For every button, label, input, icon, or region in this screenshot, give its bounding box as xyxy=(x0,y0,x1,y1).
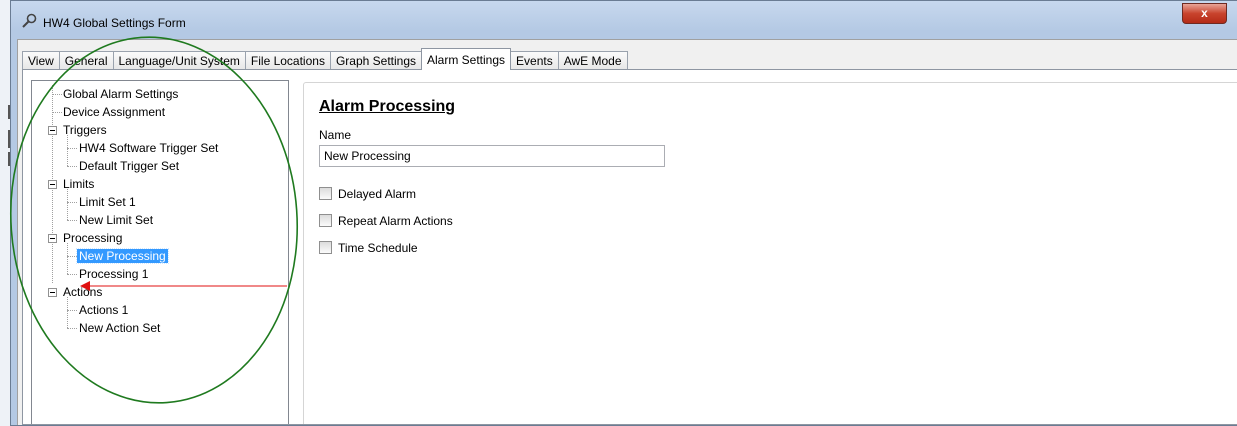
repeat-alarm-actions-checkbox[interactable]: Repeat Alarm Actions xyxy=(319,210,453,230)
tab-alarm-settings[interactable]: Alarm Settings xyxy=(421,48,512,70)
alarm-tree-view[interactable]: Global Alarm Settings Device Assignment … xyxy=(31,80,289,424)
tree-connector xyxy=(67,166,77,167)
checkbox-box[interactable] xyxy=(319,214,332,228)
close-button[interactable]: x xyxy=(1182,3,1227,24)
tree-item-new-processing[interactable]: New Processing xyxy=(76,247,169,265)
tab-bar: View General Language/Unit System File L… xyxy=(22,48,628,70)
tree-item-limits[interactable]: Limits xyxy=(61,175,96,193)
tab-events[interactable]: Events xyxy=(510,51,559,70)
collapse-limits-icon[interactable] xyxy=(48,180,57,189)
tree-connector xyxy=(67,310,77,311)
tree-item-new-limit-set[interactable]: New Limit Set xyxy=(77,211,155,229)
tree-item-label: Default Trigger Set xyxy=(79,159,180,173)
checkbox-box[interactable] xyxy=(319,187,332,201)
tree-connector xyxy=(67,243,68,274)
time-schedule-checkbox[interactable]: Time Schedule xyxy=(319,237,418,257)
tree-item-processing-1[interactable]: Processing 1 xyxy=(77,265,150,283)
tree-connector xyxy=(67,297,68,328)
tree-connector xyxy=(67,328,77,329)
alarm-processing-panel: Alarm Processing Name Delayed Alarm Repe… xyxy=(303,82,1237,424)
tree-item-label: Device Assignment xyxy=(63,105,166,119)
form-client-area: View General Language/Unit System File L… xyxy=(17,39,1237,425)
tree-connector xyxy=(67,148,77,149)
checkbox-label: Repeat Alarm Actions xyxy=(338,213,453,228)
tree-item-label: Triggers xyxy=(63,123,107,137)
checkbox-label: Time Schedule xyxy=(338,240,418,255)
tree-item-label: Actions 1 xyxy=(79,303,129,317)
tree-connector xyxy=(67,189,68,220)
window-title: HW4 Global Settings Form xyxy=(43,16,186,30)
tree-item-label: New Limit Set xyxy=(79,213,154,227)
tree-item-actions[interactable]: Actions xyxy=(61,283,104,301)
tree-item-label: Processing xyxy=(63,231,123,245)
tree-item-label: Actions xyxy=(63,285,103,299)
checkbox-box[interactable] xyxy=(319,241,332,255)
tree-item-new-action-set[interactable]: New Action Set xyxy=(77,319,162,337)
collapse-processing-icon[interactable] xyxy=(48,234,57,243)
tree-item-triggers[interactable]: Triggers xyxy=(61,121,109,139)
tree-item-device-assignment[interactable]: Device Assignment xyxy=(61,103,167,121)
tab-graph-settings[interactable]: Graph Settings xyxy=(329,51,422,70)
tab-file-locations[interactable]: File Locations xyxy=(244,51,331,70)
title-bar[interactable]: HW4 Global Settings Form x xyxy=(11,1,1237,37)
name-field[interactable] xyxy=(319,145,665,167)
tree-connector xyxy=(67,220,77,221)
tree-connector xyxy=(67,274,77,275)
tab-language-unit-system[interactable]: Language/Unit System xyxy=(112,51,246,70)
delayed-alarm-checkbox[interactable]: Delayed Alarm xyxy=(319,183,416,203)
settings-window: HW4 Global Settings Form x View General … xyxy=(10,0,1237,426)
tab-general[interactable]: General xyxy=(58,51,114,70)
alarm-settings-tab-page: Global Alarm Settings Device Assignment … xyxy=(22,69,1237,425)
tree-item-limit-set-1[interactable]: Limit Set 1 xyxy=(77,193,138,211)
section-title: Alarm Processing xyxy=(319,98,456,115)
tree-item-hw4-software-trigger-set[interactable]: HW4 Software Trigger Set xyxy=(77,139,220,157)
collapse-actions-icon[interactable] xyxy=(48,288,57,297)
tree-item-label: Global Alarm Settings xyxy=(63,87,179,101)
name-label: Name xyxy=(319,128,352,142)
tree-connector xyxy=(67,202,77,203)
tree-connector xyxy=(67,135,68,166)
tree-item-label: Limit Set 1 xyxy=(79,195,136,209)
tree-item-global-alarm-settings[interactable]: Global Alarm Settings xyxy=(61,85,180,103)
tree-item-label: Processing 1 xyxy=(79,267,149,281)
tab-view[interactable]: View xyxy=(22,51,60,70)
tab-awe-mode[interactable]: AwE Mode xyxy=(557,51,628,70)
checkbox-label: Delayed Alarm xyxy=(338,186,417,201)
tree-item-label: Limits xyxy=(63,177,95,191)
tree-item-label: New Processing xyxy=(76,248,169,264)
tree-item-default-trigger-set[interactable]: Default Trigger Set xyxy=(77,157,181,175)
tree-connector xyxy=(67,256,77,257)
wrench-icon xyxy=(22,13,37,28)
tree-item-processing[interactable]: Processing xyxy=(61,229,124,247)
collapse-triggers-icon[interactable] xyxy=(48,126,57,135)
tree-item-actions-1[interactable]: Actions 1 xyxy=(77,301,130,319)
tree-item-label: HW4 Software Trigger Set xyxy=(79,141,219,155)
tree-item-label: New Action Set xyxy=(79,321,161,335)
